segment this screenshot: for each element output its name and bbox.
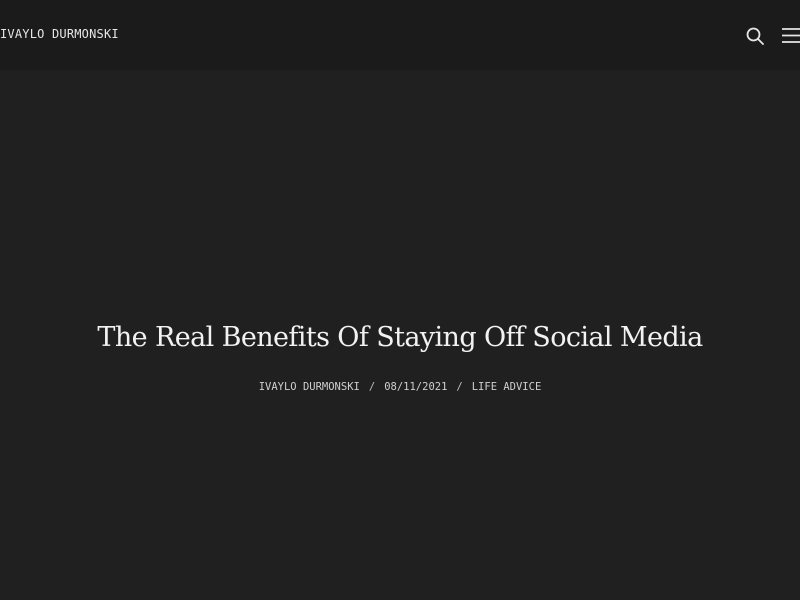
post-category-link[interactable]: LIFE ADVICE <box>472 379 542 395</box>
site-title-link[interactable]: IVAYLO DURMONSKI <box>0 27 119 41</box>
post-title: The Real Benefits Of Staying Off Social … <box>97 322 703 353</box>
site-header: IVAYLO DURMONSKI <box>0 0 800 70</box>
post-author-link[interactable]: IVAYLO DURMONSKI <box>259 379 360 395</box>
menu-button[interactable] <box>780 26 800 46</box>
search-button[interactable] <box>745 26 765 46</box>
hamburger-menu-icon <box>782 28 800 43</box>
post-meta: IVAYLO DURMONSKI / 08/11/2021 / LIFE ADVICE <box>0 379 800 395</box>
meta-separator: / <box>368 381 376 393</box>
search-icon <box>746 27 764 45</box>
post-date-link[interactable]: 08/11/2021 <box>384 379 447 395</box>
meta-separator: / <box>456 381 463 393</box>
